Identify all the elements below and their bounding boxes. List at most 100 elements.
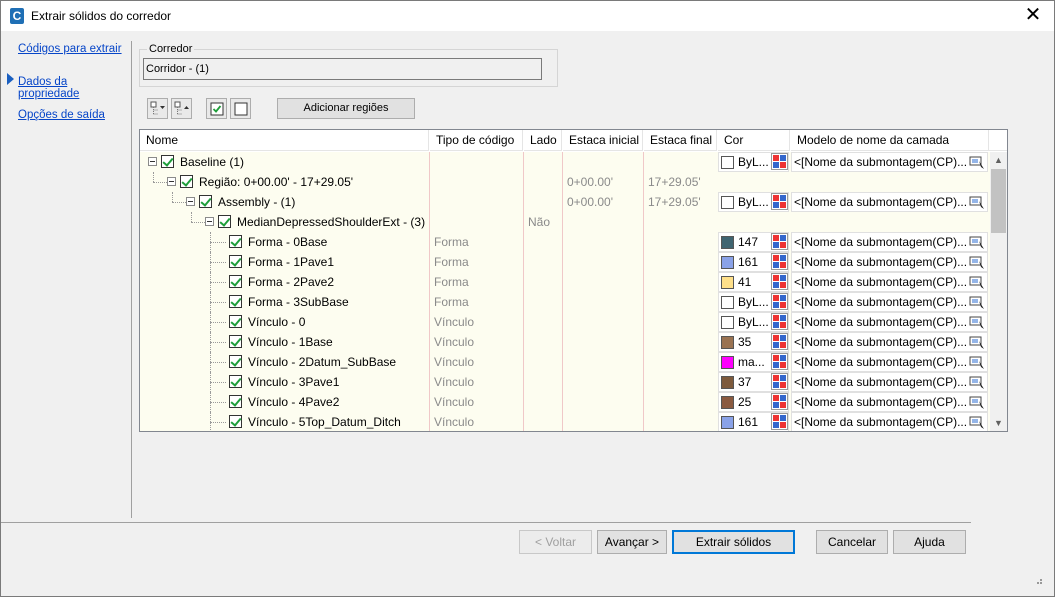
row-checkbox[interactable] bbox=[229, 355, 242, 368]
column-divider bbox=[643, 152, 644, 431]
table-row[interactable]: Forma - 3SubBase Forma ByL... <[Nome da sub… bbox=[140, 292, 990, 312]
color-picker-icon[interactable] bbox=[771, 413, 788, 430]
row-end-station bbox=[648, 292, 718, 312]
color-picker-icon[interactable] bbox=[771, 193, 788, 210]
row-checkbox[interactable] bbox=[229, 295, 242, 308]
color-picker-icon[interactable] bbox=[771, 273, 788, 290]
table-row[interactable]: Baseline (1) ByL... <[Nome da submontagem(… bbox=[140, 152, 990, 172]
color-picker-icon[interactable] bbox=[771, 233, 788, 250]
table-row[interactable]: Vínculo - 5Top_Datum_Ditch Vínculo 161 <[No… bbox=[140, 412, 990, 431]
table-row[interactable]: Vínculo - 2Datum_SubBase Vínculo ma... <[No… bbox=[140, 352, 990, 372]
column-header-layer-template[interactable]: Modelo de nome da camada bbox=[791, 130, 989, 151]
table-row[interactable]: Vínculo - 0 Vínculo ByL... <[Nome da submon… bbox=[140, 312, 990, 332]
column-header-name[interactable]: Nome bbox=[140, 130, 429, 151]
expand-all-button[interactable] bbox=[147, 98, 168, 119]
tree-connector bbox=[210, 282, 226, 283]
scroll-down-arrow-icon[interactable]: ▼ bbox=[990, 415, 1007, 431]
layer-name-editor-icon[interactable] bbox=[969, 395, 985, 410]
collapse-toggle-icon[interactable] bbox=[148, 157, 157, 166]
table-row[interactable]: MedianDepressedShoulderExt - (3) Não bbox=[140, 212, 990, 232]
column-header-color[interactable]: Cor bbox=[718, 130, 790, 151]
layer-template-cell[interactable]: <[Nome da submontagem(CP)... bbox=[791, 392, 988, 412]
help-button[interactable]: Ajuda bbox=[893, 530, 966, 554]
row-checkbox[interactable] bbox=[229, 235, 242, 248]
color-picker-icon[interactable] bbox=[771, 253, 788, 270]
row-checkbox[interactable] bbox=[229, 375, 242, 388]
row-checkbox[interactable] bbox=[229, 335, 242, 348]
color-picker-icon[interactable] bbox=[771, 293, 788, 310]
layer-template-cell[interactable]: <[Nome da submontagem(CP)... bbox=[791, 312, 988, 332]
table-row[interactable]: Assembly - (1) 0+00.00' 17+29.05' ByL... <[N… bbox=[140, 192, 990, 212]
check-all-button[interactable] bbox=[206, 98, 227, 119]
column-header-side[interactable]: Lado bbox=[524, 130, 562, 151]
add-regions-button[interactable]: Adicionar regiões bbox=[277, 98, 415, 119]
collapse-toggle-icon[interactable] bbox=[186, 197, 195, 206]
color-picker-icon[interactable] bbox=[771, 333, 788, 350]
layer-name-editor-icon[interactable] bbox=[969, 155, 985, 170]
layer-name-editor-icon[interactable] bbox=[969, 315, 985, 330]
vertical-scrollbar[interactable]: ▲ ▼ bbox=[990, 152, 1007, 431]
nav-item-codes[interactable]: Códigos para extrair bbox=[18, 43, 122, 55]
back-button[interactable]: < Voltar bbox=[519, 530, 592, 554]
next-button[interactable]: Avançar > bbox=[597, 530, 667, 554]
table-row[interactable]: Vínculo - 4Pave2 Vínculo 25 <[Nome da submo… bbox=[140, 392, 990, 412]
color-picker-icon[interactable] bbox=[771, 313, 788, 330]
layer-name-editor-icon[interactable] bbox=[969, 195, 985, 210]
layer-name-editor-icon[interactable] bbox=[969, 275, 985, 290]
layer-template-cell[interactable]: <[Nome da submontagem(CP)... bbox=[791, 412, 988, 431]
layer-template-cell[interactable]: <[Nome da submontagem(CP)... bbox=[791, 192, 988, 212]
row-start-station bbox=[567, 392, 643, 412]
row-checkbox[interactable] bbox=[229, 315, 242, 328]
row-end-station bbox=[648, 152, 718, 172]
row-checkbox[interactable] bbox=[229, 275, 242, 288]
layer-name-editor-icon[interactable] bbox=[969, 295, 985, 310]
row-checkbox[interactable] bbox=[229, 395, 242, 408]
layer-template-value: <[Nome da submontagem(CP)... bbox=[794, 235, 968, 249]
layer-template-cell[interactable]: <[Nome da submontagem(CP)... bbox=[791, 372, 988, 392]
layer-name-editor-icon[interactable] bbox=[969, 355, 985, 370]
color-picker-icon[interactable] bbox=[771, 153, 788, 170]
color-picker-icon[interactable] bbox=[771, 373, 788, 390]
layer-template-cell[interactable]: <[Nome da submontagem(CP)... bbox=[791, 332, 988, 352]
table-row[interactable]: Vínculo - 3Pave1 Vínculo 37 <[Nome da submo… bbox=[140, 372, 990, 392]
layer-template-cell[interactable]: <[Nome da submontagem(CP)... bbox=[791, 252, 988, 272]
resize-grip-icon[interactable] bbox=[1034, 576, 1042, 584]
extract-solids-button[interactable]: Extrair sólidos bbox=[672, 530, 795, 554]
collapse-toggle-icon[interactable] bbox=[167, 177, 176, 186]
row-checkbox[interactable] bbox=[199, 195, 212, 208]
table-row[interactable]: Forma - 0Base Forma 147 <[Nome da submontag… bbox=[140, 232, 990, 252]
scroll-up-arrow-icon[interactable]: ▲ bbox=[990, 152, 1007, 169]
layer-template-cell[interactable]: <[Nome da submontagem(CP)... bbox=[791, 272, 988, 292]
row-checkbox[interactable] bbox=[229, 255, 242, 268]
table-row[interactable]: Região: 0+00.00' - 17+29.05' 0+00.00' 17+2… bbox=[140, 172, 990, 192]
row-checkbox[interactable] bbox=[161, 155, 174, 168]
collapse-toggle-icon[interactable] bbox=[205, 217, 214, 226]
row-checkbox[interactable] bbox=[229, 415, 242, 428]
color-picker-icon[interactable] bbox=[771, 393, 788, 410]
table-row[interactable]: Vínculo - 1Base Vínculo 35 <[Nome da submon… bbox=[140, 332, 990, 352]
layer-name-editor-icon[interactable] bbox=[969, 415, 985, 430]
row-checkbox[interactable] bbox=[180, 175, 193, 188]
column-header-code-type[interactable]: Tipo de código bbox=[430, 130, 523, 151]
layer-name-editor-icon[interactable] bbox=[969, 335, 985, 350]
column-header-end-station[interactable]: Estaca final bbox=[644, 130, 717, 151]
uncheck-all-button[interactable] bbox=[230, 98, 251, 119]
column-header-start-station[interactable]: Estaca inicial bbox=[563, 130, 643, 151]
layer-template-cell[interactable]: <[Nome da submontagem(CP)... bbox=[791, 232, 988, 252]
row-checkbox[interactable] bbox=[218, 215, 231, 228]
nav-item-property-data[interactable]: Dados da propriedade bbox=[18, 76, 131, 100]
scroll-thumb[interactable] bbox=[991, 169, 1006, 233]
layer-template-cell[interactable]: <[Nome da submontagem(CP)... bbox=[791, 352, 988, 372]
layer-name-editor-icon[interactable] bbox=[969, 255, 985, 270]
table-row[interactable]: Forma - 2Pave2 Forma 41 <[Nome da submontag… bbox=[140, 272, 990, 292]
layer-name-editor-icon[interactable] bbox=[969, 235, 985, 250]
table-row[interactable]: Forma - 1Pave1 Forma 161 <[Nome da submonta… bbox=[140, 252, 990, 272]
color-picker-icon[interactable] bbox=[771, 353, 788, 370]
cancel-button[interactable]: Cancelar bbox=[816, 530, 888, 554]
close-icon[interactable]: ✕ bbox=[1022, 5, 1044, 27]
layer-name-editor-icon[interactable] bbox=[969, 375, 985, 390]
collapse-all-button[interactable] bbox=[171, 98, 192, 119]
layer-template-cell[interactable]: <[Nome da submontagem(CP)... bbox=[791, 292, 988, 312]
nav-item-output-options[interactable]: Opções de saída bbox=[18, 109, 105, 121]
layer-template-cell[interactable]: <[Nome da submontagem(CP)... bbox=[791, 152, 988, 172]
